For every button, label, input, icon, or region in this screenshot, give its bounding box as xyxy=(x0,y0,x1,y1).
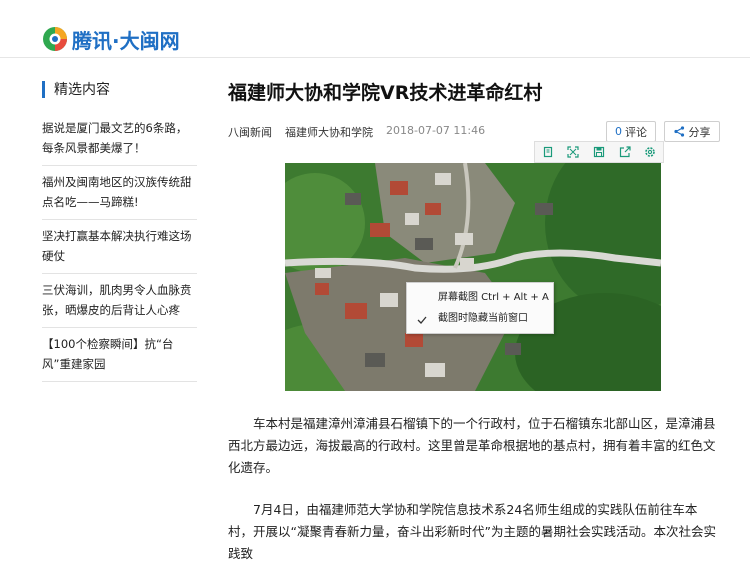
logo-text: 腾讯·大闽网 xyxy=(72,28,180,53)
site-logo[interactable]: 腾讯·大闽网 xyxy=(42,24,180,54)
sidebar-item[interactable]: 坚决打赢基本解决执行难这场硬仗 xyxy=(42,220,197,274)
article-paragraph: 车本村是福建漳州漳浦县石榴镇下的一个行政村，位于石榴镇东北部山区，是漳浦县西北方… xyxy=(228,416,716,475)
article-meta: 八闽新闻 福建师大协和学院 2018-07-07 11:46 xyxy=(228,124,498,140)
export-icon[interactable] xyxy=(618,145,632,159)
article-photo xyxy=(285,163,661,391)
context-menu-hide-window[interactable]: 截图时隐藏当前窗口 xyxy=(438,311,528,327)
image-toolbar xyxy=(534,141,664,163)
sidebar-item[interactable]: 福州及闽南地区的汉族传统甜点名吃——马蹄糕! xyxy=(42,166,197,220)
context-menu: 屏幕截图 Ctrl + Alt + A 截图时隐藏当前窗口 xyxy=(406,282,554,334)
article-paragraph: 7月4日，由福建师范大学协和学院信息技术系24名师生组成的实践队伍前往车本村，开… xyxy=(228,502,716,561)
article-date: 2018-07-07 11:46 xyxy=(386,124,486,137)
comment-label: 评论 xyxy=(625,125,647,139)
sidebar-title: 精选内容 xyxy=(42,79,110,99)
fullscreen-icon[interactable] xyxy=(566,145,580,159)
share-icon xyxy=(673,126,684,137)
sidebar-list: 据说是厦门最文艺的6条路，每条风景都美爆了！ 福州及闽南地区的汉族传统甜点名吃—… xyxy=(42,112,197,382)
settings-icon[interactable] xyxy=(643,145,657,159)
article-title: 福建师大协和学院VR技术进革命红村 xyxy=(228,82,543,104)
comment-button[interactable]: 0 评论 xyxy=(606,121,656,142)
sidebar-item[interactable]: 据说是厦门最文艺的6条路，每条风景都美爆了！ xyxy=(42,112,197,166)
save-icon[interactable] xyxy=(592,145,606,159)
copy-icon[interactable] xyxy=(541,145,555,159)
share-label: 分享 xyxy=(688,125,711,139)
share-button[interactable]: 分享 xyxy=(664,121,720,142)
comment-count: 0 xyxy=(615,125,622,138)
sidebar-item[interactable]: 【100个检察瞬间】抗“台风”重建家园 xyxy=(42,328,197,382)
context-menu-screenshot[interactable]: 屏幕截图 Ctrl + Alt + A xyxy=(438,290,549,306)
header-divider xyxy=(0,57,750,58)
sidebar-title-bar xyxy=(42,80,45,98)
checkmark-icon xyxy=(417,316,427,324)
article-source[interactable]: 八闽新闻 xyxy=(228,124,272,140)
sidebar-title-text: 精选内容 xyxy=(54,82,110,98)
tencent-logo-icon xyxy=(43,27,67,51)
sidebar-item[interactable]: 三伏海训，肌肉男令人血脉贲张，晒爆皮的后背让人心疼 xyxy=(42,274,197,328)
article-author[interactable]: 福建师大协和学院 xyxy=(285,124,373,140)
